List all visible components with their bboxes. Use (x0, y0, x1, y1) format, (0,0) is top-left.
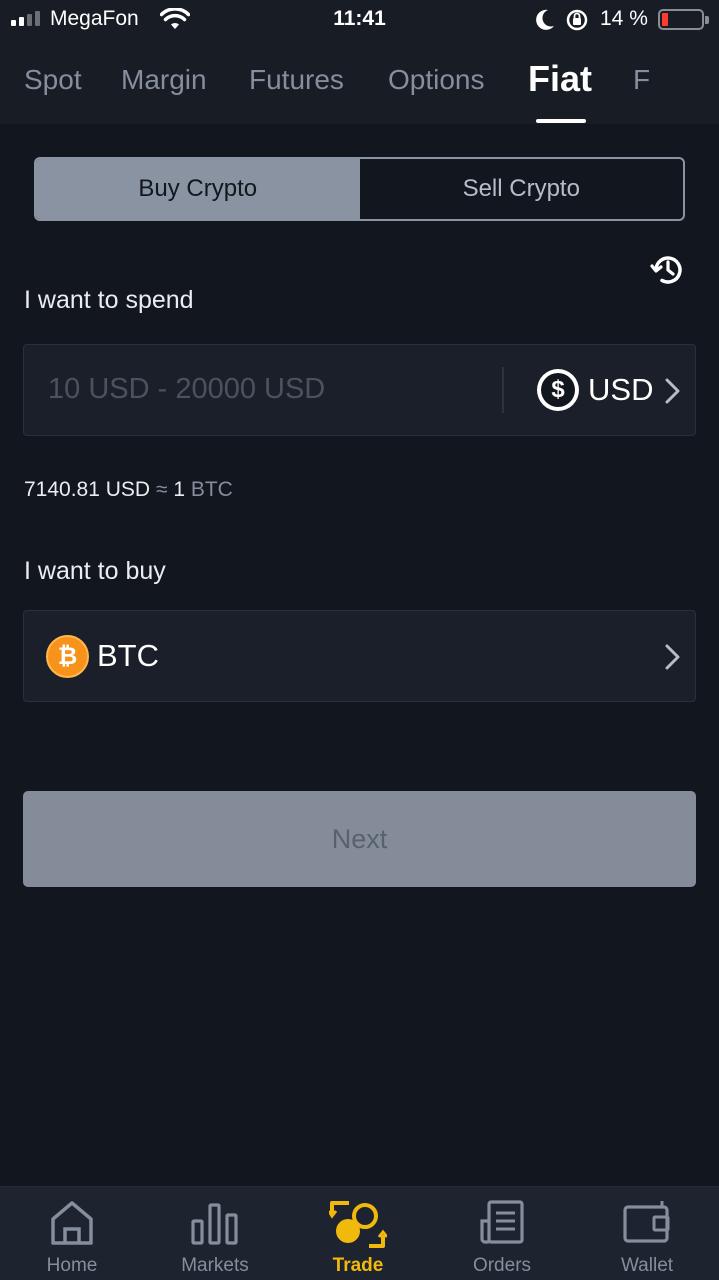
nav-trade[interactable]: Trade (288, 1187, 428, 1280)
spend-currency-selector[interactable]: USD (588, 372, 653, 408)
tab-margin[interactable]: Margin (121, 64, 207, 96)
tab-options[interactable]: Options (388, 64, 485, 96)
moon-icon (536, 9, 554, 30)
nav-orders[interactable]: Orders (432, 1187, 572, 1280)
buy-label: I want to buy (24, 557, 166, 585)
home-icon (51, 1201, 93, 1245)
active-tab-indicator (536, 119, 586, 123)
nav-wallet-label: Wallet (620, 1255, 674, 1276)
field-divider (502, 367, 504, 413)
buy-currency-label: BTC (97, 638, 159, 673)
rate-fiat: 7140.81 USD (24, 478, 151, 501)
rate-amount: 1 (173, 478, 185, 501)
nav-trade-label: Trade (332, 1255, 384, 1276)
nav-orders-label: Orders (472, 1255, 532, 1276)
trade-tabs: Spot Margin Futures Options Fiat F (0, 42, 719, 124)
tab-partial[interactable]: F (633, 64, 650, 96)
tab-spot[interactable]: Spot (24, 64, 82, 96)
battery-icon (658, 9, 709, 30)
spend-amount-input[interactable]: 10 USD - 20000 USD (48, 373, 325, 406)
nav-markets[interactable]: Markets (145, 1187, 285, 1280)
buy-crypto-selector[interactable]: ₿ BTC (23, 610, 696, 702)
rate-crypto: BTC (190, 478, 233, 501)
status-bar: MegaFon 11:41 14 % (0, 0, 719, 42)
rotation-lock-icon (566, 9, 588, 31)
spend-label: I want to spend (24, 286, 194, 314)
tab-futures[interactable]: Futures (249, 64, 344, 96)
wallet-icon (623, 1201, 670, 1243)
nav-markets-label: Markets (181, 1255, 249, 1276)
next-button[interactable]: Next (23, 791, 696, 887)
trade-icon (329, 1201, 387, 1248)
tab-fiat[interactable]: Fiat (528, 58, 592, 100)
nav-home[interactable]: Home (2, 1187, 142, 1280)
rate-approx: ≈ (155, 478, 168, 501)
buy-crypto-button[interactable]: Buy Crypto (36, 159, 360, 219)
orders-icon (480, 1200, 524, 1244)
sell-crypto-button[interactable]: Sell Crypto (360, 159, 684, 219)
exchange-rate: 7140.81 USD ≈ 1 BTC (24, 478, 233, 502)
buy-sell-toggle: Buy Crypto Sell Crypto (34, 157, 685, 221)
bottom-nav: Home Markets Trade Orders Wallet (0, 1186, 719, 1280)
nav-home-label: Home (46, 1255, 98, 1276)
chevron-right-icon[interactable] (664, 377, 682, 405)
nav-wallet[interactable]: Wallet (577, 1187, 717, 1280)
bitcoin-icon: ₿ (46, 635, 89, 678)
spend-amount-field: 10 USD - 20000 USD $ USD (23, 344, 696, 436)
bar-chart-icon (191, 1203, 238, 1245)
battery-percent: 14 % (600, 7, 648, 30)
history-icon[interactable] (650, 252, 686, 288)
chevron-right-icon[interactable] (664, 643, 682, 671)
dollar-icon: $ (537, 369, 579, 411)
